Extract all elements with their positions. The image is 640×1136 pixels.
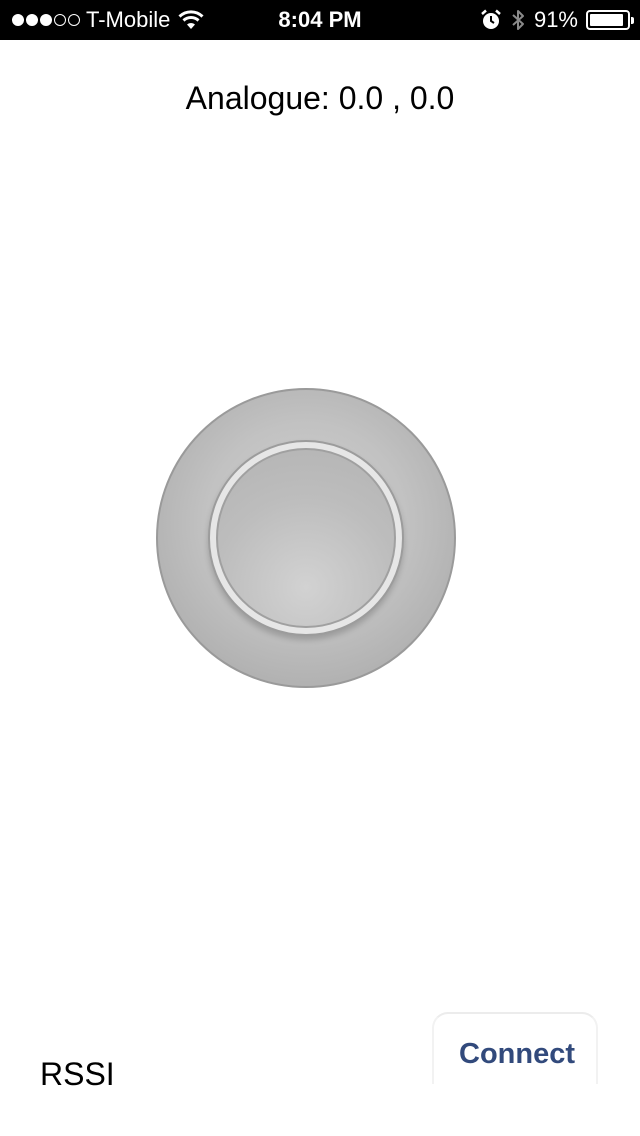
battery-percentage: 91% <box>533 7 578 32</box>
battery-nub <box>631 17 634 24</box>
connect-button-label: Connect <box>459 1038 575 1070</box>
status-bar: T-Mobile 8:04 PM 91% <box>0 0 640 40</box>
joystick-knob-face <box>216 448 396 628</box>
connect-button[interactable]: Connect <box>432 1012 598 1084</box>
app-screen: T-Mobile 8:04 PM 91% Analogue: 0.0 , 0.0… <box>0 0 640 1136</box>
rssi-label: RSSI <box>40 1056 115 1092</box>
alarm-icon <box>481 9 501 29</box>
battery-icon <box>586 10 634 30</box>
analogue-readout: Analogue: 0.0 , 0.0 <box>185 80 455 116</box>
battery-level-fill <box>590 14 623 26</box>
status-bar-right: 91% <box>480 0 634 40</box>
joystick-knob[interactable] <box>208 440 404 636</box>
bluetooth-icon <box>512 10 524 30</box>
